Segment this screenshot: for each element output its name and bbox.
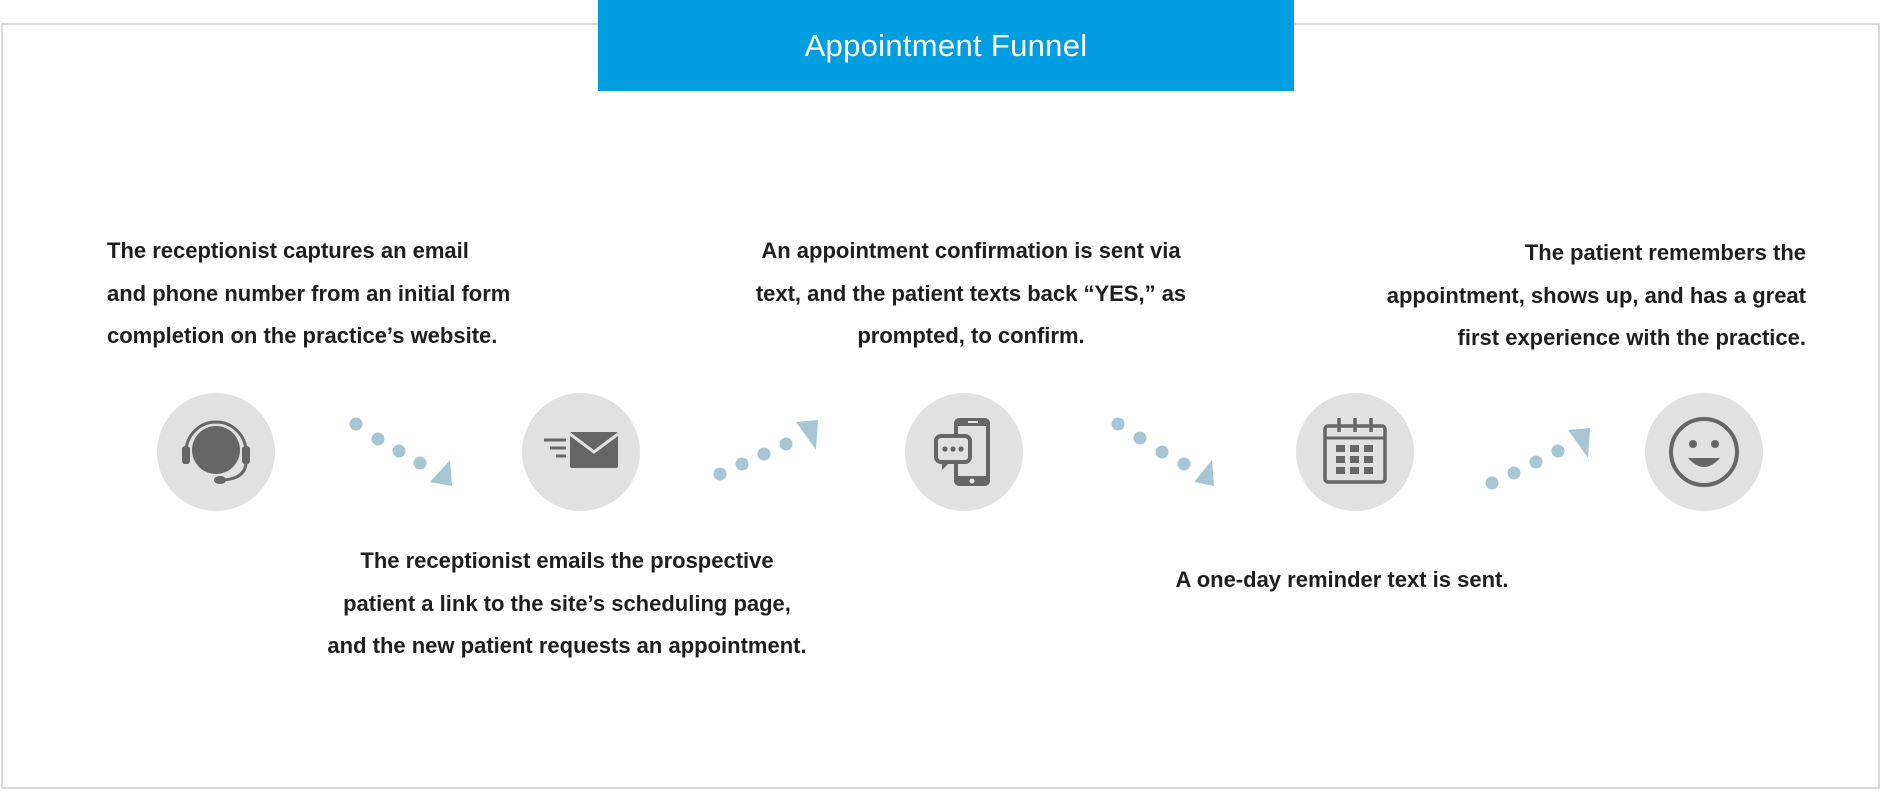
arrow-down-2 [1111,417,1214,486]
arrow-up-1 [713,420,818,481]
step-3-line: prompted, to confirm. [857,323,1085,348]
step-2-text: The receptionist emails the prospective … [324,540,810,668]
step-1-text: The receptionist captures an email and p… [107,230,510,358]
calendar-icon-circle [1296,393,1414,511]
smiley-icon-circle [1645,393,1763,511]
step-5-text: The patient remembers the appointment, s… [1306,232,1806,360]
calendar-icon [1323,418,1387,484]
smiley-icon [1669,417,1739,487]
phone-chat-icon [934,418,990,486]
step-4-line: A one-day reminder text is sent. [1175,567,1509,592]
step-2-line: patient a link to the site’s scheduling … [343,590,791,616]
arrow-up-2 [1485,428,1590,490]
step-1-line: The receptionist captures an email [107,238,469,263]
diagram-title: Appointment Funnel [598,0,1294,91]
headset-icon-circle [157,393,275,511]
step-3-line: text, and the patient texts back “YES,” … [755,280,1187,306]
arrow-down-1 [349,417,452,486]
step-1-line: and phone number from an initial form [107,280,511,306]
phone-chat-icon-circle [905,393,1023,511]
step-2-line: The receptionist emails the prospective [360,548,774,573]
step-4-text: A one-day reminder text is sent. [1130,559,1554,602]
step-2-line: and the new patient requests an appointm… [327,633,807,658]
step-3-text: An appointment confirmation is sent via … [750,230,1192,358]
step-5-line: first experience with the practice. [1457,325,1806,350]
step-5-line: The patient remembers the [1524,240,1806,265]
headset-icon [182,420,250,484]
step-1-line: completion on the practice’s website. [107,323,498,348]
email-icon-circle [522,393,640,511]
email-icon [544,432,619,468]
step-3-line: An appointment confirmation is sent via [761,238,1181,263]
step-5-line: appointment, shows up, and has a great [1386,282,1806,308]
